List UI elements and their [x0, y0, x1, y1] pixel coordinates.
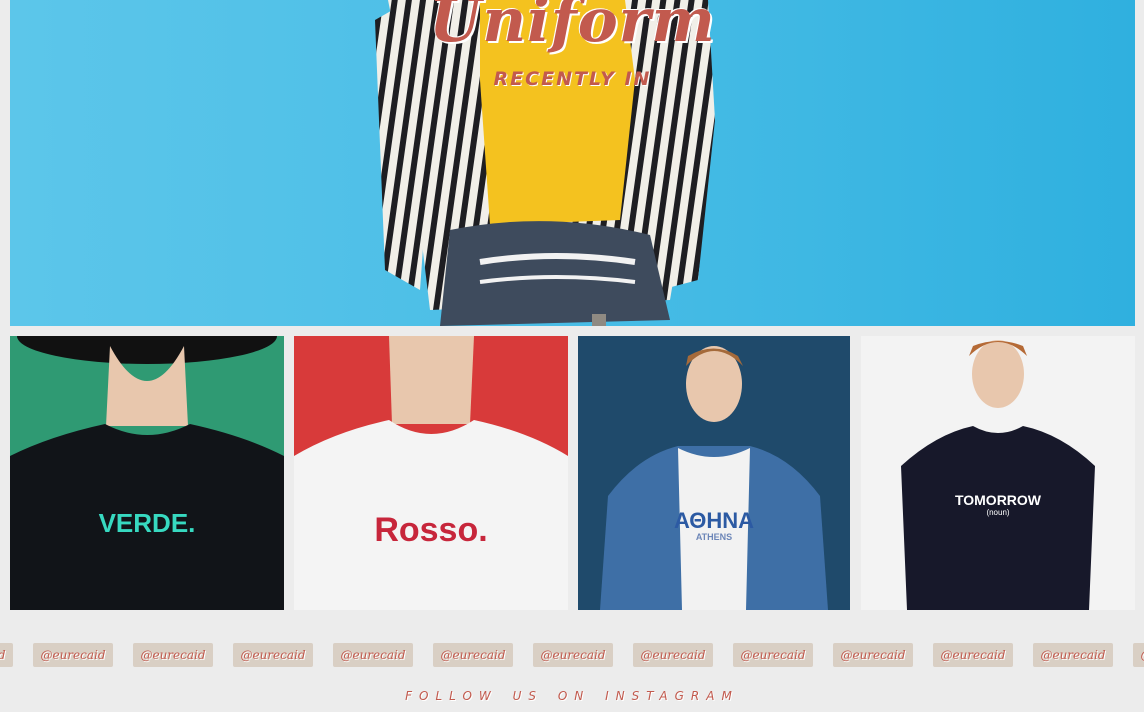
- hero-subtitle: RECENTLY IN: [493, 68, 652, 90]
- product-grid: VERDE. Rosso. ΑΘΗΝΑ ATHENS TOMORROW (nou…: [10, 336, 1135, 610]
- instagram-tag[interactable]: @eurecaid: [533, 643, 613, 667]
- product-photo: [294, 336, 568, 610]
- follow-instagram-link[interactable]: FOLLOW US ON INSTAGRAM: [0, 689, 1144, 703]
- hero-title: Uniform: [429, 0, 716, 56]
- instagram-tag[interactable]: @eurecaid: [1033, 643, 1113, 667]
- hero-banner[interactable]: Uniform RECENTLY IN: [10, 0, 1135, 326]
- instagram-tag[interactable]: @eurecaid: [1133, 643, 1144, 667]
- product-tile-verde[interactable]: VERDE.: [10, 336, 284, 610]
- product-photo: [578, 336, 850, 610]
- product-tile-tomorrow[interactable]: TOMORROW (noun): [861, 336, 1135, 610]
- tile-print-subtext: ATHENS: [695, 532, 733, 542]
- tile-print-subtext: (noun): [986, 508, 1010, 517]
- product-photo: [10, 336, 284, 610]
- tile-print-text: ΑΘΗΝΑ: [673, 508, 755, 533]
- tile-print-text: TOMORROW: [954, 492, 1042, 508]
- instagram-tag[interactable]: @eurecaid: [833, 643, 913, 667]
- instagram-tag[interactable]: @eurecaid: [0, 643, 13, 667]
- instagram-tag[interactable]: @eurecaid: [233, 643, 313, 667]
- instagram-tag[interactable]: @eurecaid: [733, 643, 813, 667]
- instagram-tag-strip: @eurecaid @eurecaid @eurecaid @eurecaid …: [0, 643, 1144, 667]
- tile-print-text: VERDE.: [98, 508, 196, 538]
- instagram-tag[interactable]: @eurecaid: [933, 643, 1013, 667]
- tile-print-text: Rosso.: [374, 511, 488, 549]
- instagram-tag[interactable]: @eurecaid: [333, 643, 413, 667]
- product-photo: [861, 336, 1135, 610]
- instagram-tag[interactable]: @eurecaid: [633, 643, 713, 667]
- product-tile-rosso[interactable]: Rosso.: [294, 336, 568, 610]
- instagram-tag[interactable]: @eurecaid: [433, 643, 513, 667]
- instagram-tag[interactable]: @eurecaid: [133, 643, 213, 667]
- product-tile-athena[interactable]: ΑΘΗΝΑ ATHENS: [578, 336, 850, 610]
- instagram-tag[interactable]: @eurecaid: [33, 643, 113, 667]
